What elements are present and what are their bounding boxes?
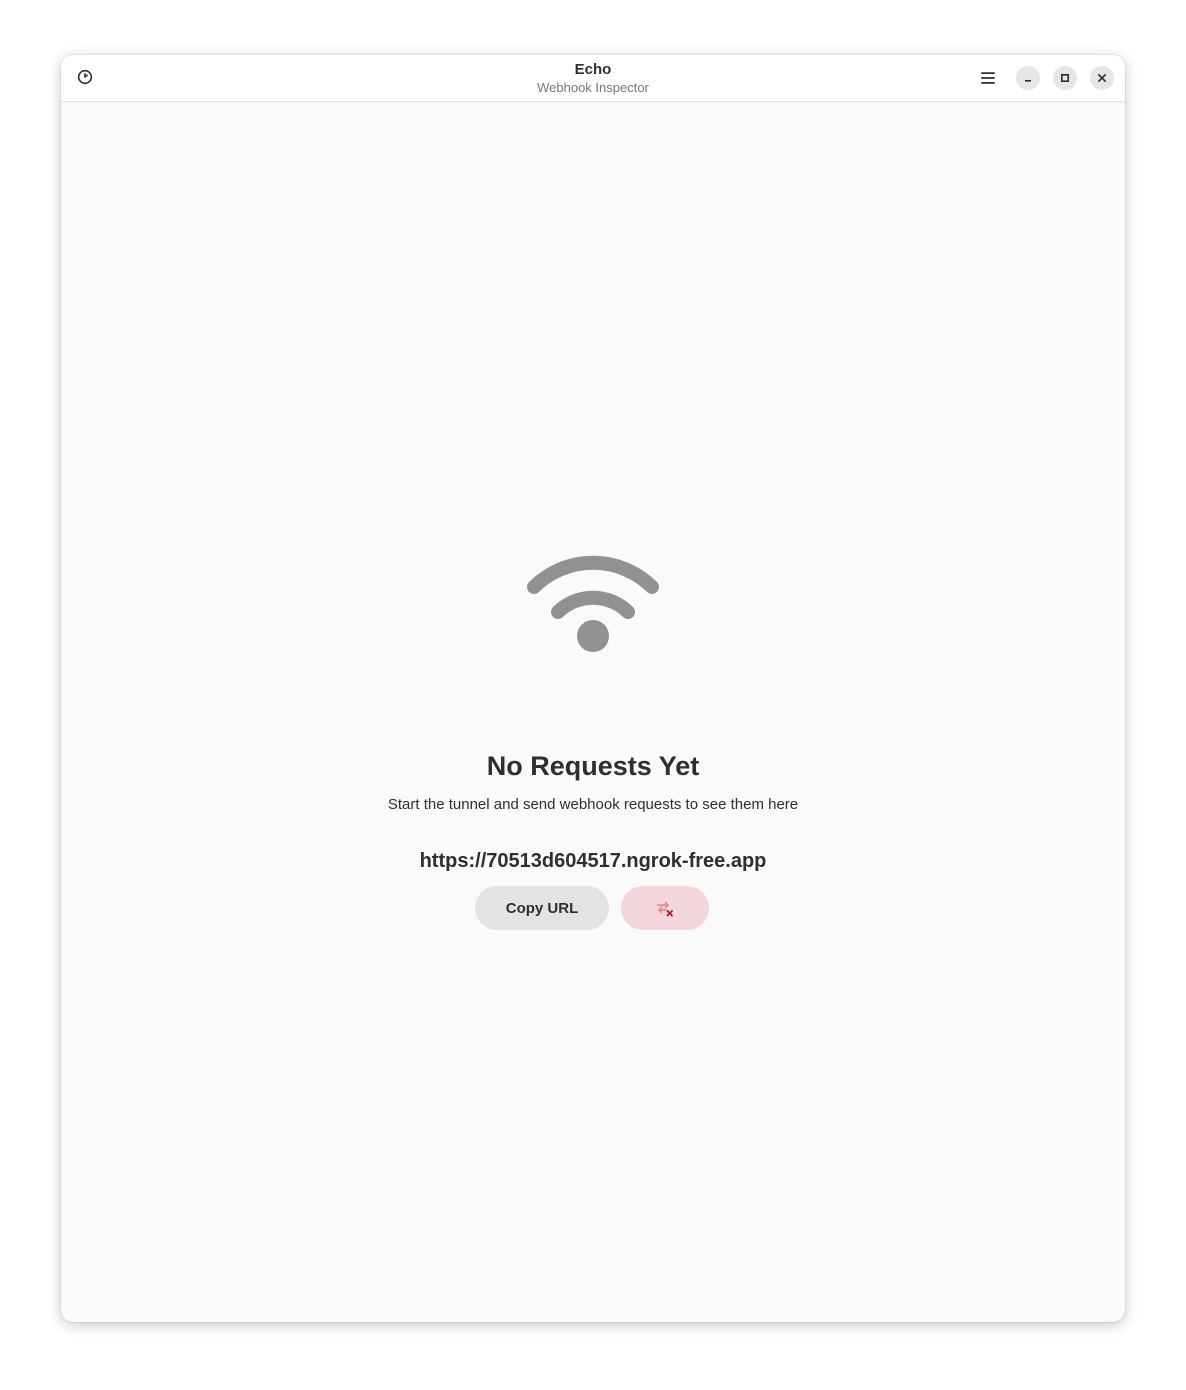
tunnel-url: https://70513d604517.ngrok-free.app [419,850,767,872]
app-window: Echo Webhook Inspector No Requests Yet S… [61,55,1125,1322]
empty-state-description: Start the tunnel and send webhook reques… [387,796,799,813]
window-title-box: Echo Webhook Inspector [393,61,793,96]
stop-tunnel-icon [657,901,673,917]
window-subtitle: Webhook Inspector [537,80,649,95]
clock-history-icon [77,69,93,85]
minimize-button[interactable] [1016,66,1040,90]
close-button[interactable] [1090,66,1114,90]
maximize-button[interactable] [1053,66,1077,90]
close-icon [1097,73,1107,83]
history-button[interactable] [71,63,99,91]
copy-url-label: Copy URL [505,899,579,917]
copy-url-button[interactable]: Copy URL [475,886,609,930]
wifi-signal-icon [527,555,659,652]
hamburger-menu-icon [981,72,995,84]
header-bar: Echo Webhook Inspector [61,55,1125,102]
main-menu-button[interactable] [973,63,1003,93]
empty-state-title: No Requests Yet [486,751,700,781]
maximize-icon [1060,73,1070,83]
minimize-icon [1025,80,1031,82]
stop-tunnel-button[interactable] [621,886,709,930]
window-title: Echo [574,61,612,78]
empty-status-page: No Requests Yet Start the tunnel and sen… [61,101,1125,1322]
